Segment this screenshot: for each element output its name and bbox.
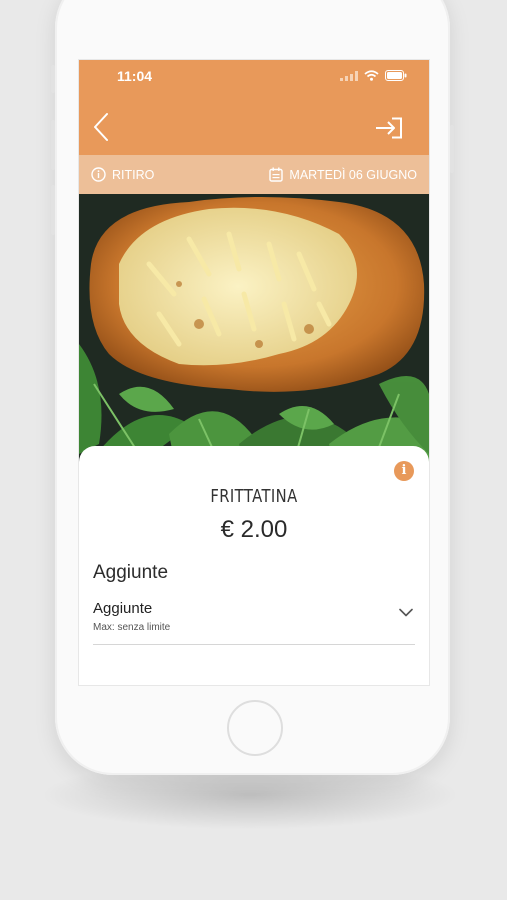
status-time: 11:04	[117, 68, 153, 84]
product-name: FRITTATINA	[210, 486, 298, 507]
product-card: i FRITTATINA € 2.00 Aggiunte Aggiunte Ma…	[79, 446, 429, 685]
addons-section-title: Aggiunte	[93, 562, 169, 583]
pickup-mode-label: RITIRO	[112, 167, 155, 182]
home-button[interactable]	[227, 700, 283, 756]
info-icon: i	[401, 463, 407, 478]
volume-down-button	[51, 185, 55, 235]
status-icons	[340, 70, 407, 81]
top-bar: 11:04	[79, 60, 429, 155]
wifi-icon	[364, 70, 379, 81]
signal-icon	[340, 70, 358, 81]
addons-dropdown[interactable]: Aggiunte Max: senza limite	[93, 594, 415, 645]
app-screen: 11:04 RITIRO MARTEDÌ 06 GIUGNO i FRITTAT…	[79, 60, 429, 685]
addons-group-limit: Max: senza limite	[93, 622, 171, 633]
pickup-date[interactable]: MARTEDÌ 06 GIUGNO	[269, 167, 417, 182]
product-info-button[interactable]: i	[394, 461, 414, 481]
pickup-mode[interactable]: RITIRO	[91, 167, 154, 182]
chevron-down-icon	[399, 608, 413, 617]
calendar-icon	[269, 167, 284, 182]
back-arrow-icon	[94, 113, 108, 141]
back-button[interactable]	[93, 112, 109, 147]
product-price: € 2.00	[220, 516, 288, 543]
volume-up-button	[51, 120, 55, 170]
login-button[interactable]	[375, 117, 403, 144]
pickup-date-label: MARTEDÌ 06 GIUGNO	[289, 167, 417, 182]
addons-group-label: Aggiunte	[93, 600, 153, 617]
product-photo	[79, 194, 429, 484]
battery-icon	[385, 70, 407, 81]
power-button	[450, 125, 454, 173]
info-bar: RITIRO MARTEDÌ 06 GIUGNO	[79, 155, 429, 194]
login-icon	[376, 117, 402, 139]
info-circle-icon	[91, 167, 106, 182]
mute-switch	[51, 65, 55, 93]
